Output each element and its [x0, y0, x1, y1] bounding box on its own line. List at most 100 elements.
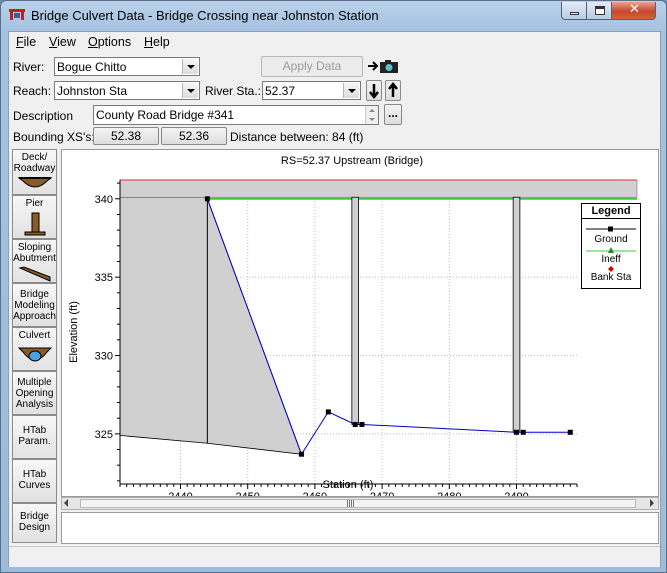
culvert-label: Culvert: [18, 330, 51, 341]
maximize-icon: [595, 6, 605, 15]
sloping-abutment-icon: [17, 266, 50, 282]
x-tick-label: 2470: [370, 491, 394, 496]
close-icon: ✕: [629, 2, 640, 17]
chevron-down-icon[interactable]: [182, 59, 198, 74]
pier-shape: [351, 196, 359, 425]
camera-icon: [368, 60, 398, 73]
scroll-thumb[interactable]: [80, 499, 636, 508]
culvert-button[interactable]: Culvert: [12, 327, 57, 371]
bridge-modeling-approach-button[interactable]: Bridge Modeling Approach: [12, 283, 57, 327]
bridge-chart: 2440 2450 2460 2470 2480 2490 325 330 335 340 RS=5…: [68, 155, 638, 503]
river-station-label: River Sta.:: [205, 84, 262, 98]
deck-roadway-label: Deck/Roadway: [13, 152, 56, 174]
pier-shape: [512, 196, 521, 433]
pier-label: Pier: [25, 198, 44, 209]
river-station-select[interactable]: 52.37: [262, 81, 361, 100]
bridge-design-label: Bridge Design: [18, 511, 51, 533]
ground-point: [298, 451, 304, 457]
scroll-arrows-icon: [369, 109, 375, 121]
river-select[interactable]: Bogue Chitto: [54, 57, 200, 76]
y-axis-title: Elevation (ft): [68, 301, 80, 363]
bounding-upstream-button[interactable]: 52.38: [93, 127, 159, 145]
application-window: Bridge Culvert Data - Bridge Crossing ne…: [0, 0, 667, 573]
ground-point: [359, 421, 365, 427]
scroll-right-icon[interactable]: [650, 499, 654, 507]
next-downstream-button[interactable]: [366, 80, 382, 101]
app-icon: [9, 9, 25, 20]
menu-bar: File View Options Help: [9, 32, 660, 52]
chart-legend: Legend Ground Ineff Bank Sta: [581, 203, 641, 289]
x-axis-title: Station (ft): [323, 479, 374, 491]
bounding-xs-label: Bounding XS's:: [13, 130, 95, 144]
window-title: Bridge Culvert Data - Bridge Crossing ne…: [31, 8, 379, 23]
arrow-up-icon: [388, 81, 398, 97]
deck-roadway-icon: [17, 177, 52, 188]
reach-value: Johnston Sta: [57, 84, 128, 98]
close-button[interactable]: ✕: [611, 2, 656, 20]
reach-select[interactable]: Johnston Sta: [54, 81, 200, 100]
htab-param-label: HTab Param.: [18, 425, 51, 447]
ground-point: [325, 409, 331, 415]
reach-label: Reach:: [13, 84, 52, 98]
x-tick-label: 2450: [235, 491, 259, 496]
ground-point: [514, 429, 520, 435]
x-tick-label: 2460: [303, 491, 327, 496]
description-label: Description: [13, 109, 74, 123]
menu-options[interactable]: Options: [88, 35, 131, 49]
status-bar: [9, 546, 660, 567]
arrow-down-icon: [369, 84, 379, 100]
sloping-abutment-button[interactable]: Sloping Abutment: [12, 239, 57, 283]
bounding-downstream-button[interactable]: 52.36: [161, 127, 227, 145]
htab-param-button[interactable]: HTab Param.: [12, 415, 57, 459]
scroll-left-icon[interactable]: [64, 499, 68, 507]
menu-file[interactable]: File: [16, 35, 36, 49]
pier-button[interactable]: Pier: [12, 195, 57, 239]
bridge-design-button[interactable]: Bridge Design: [12, 503, 57, 543]
title-bar[interactable]: Bridge Culvert Data - Bridge Crossing ne…: [1, 1, 666, 30]
menu-view[interactable]: View: [49, 35, 76, 49]
chevron-down-icon[interactable]: [182, 83, 198, 98]
pier-icon: [24, 212, 45, 236]
next-upstream-button[interactable]: [385, 80, 401, 101]
y-tick-label: 340: [95, 194, 113, 206]
bridge-modeling-approach-label: Bridge Modeling Approach: [13, 289, 56, 322]
deck-band: [119, 179, 638, 198]
bridge-design-message-box[interactable]: [61, 512, 659, 544]
description-field[interactable]: County Road Bridge #341: [93, 105, 379, 125]
river-value: Bogue Chitto: [57, 60, 127, 74]
description-scrollbar[interactable]: [365, 106, 378, 124]
abutment-fill: [119, 196, 303, 455]
multiple-opening-analysis-label: Multiple Opening Analysis: [15, 377, 54, 410]
legend-ground-label: Ground: [594, 234, 628, 245]
minimize-button[interactable]: [561, 2, 587, 20]
horizontal-scrollbar[interactable]: [61, 497, 659, 510]
description-value: County Road Bridge #341: [96, 108, 235, 122]
ground-point: [520, 429, 526, 435]
culvert-icon: [17, 347, 52, 362]
legend-ineff-label: Ineff: [601, 254, 621, 265]
htab-curves-label: HTab Curves: [18, 469, 51, 491]
deck-roadway-button[interactable]: Deck/Roadway: [12, 149, 57, 195]
grip-icon: [347, 500, 355, 507]
legend-bank-label: Bank Sta: [590, 272, 632, 283]
client-area: File View Options Help River: Bogue Chit…: [8, 31, 661, 567]
ground-point: [204, 196, 210, 202]
chevron-down-icon[interactable]: [343, 83, 359, 98]
htab-curves-button[interactable]: HTab Curves: [12, 459, 57, 503]
legend-title: Legend: [582, 204, 640, 219]
multiple-opening-analysis-button[interactable]: Multiple Opening Analysis: [12, 371, 57, 415]
maximize-button[interactable]: [586, 2, 612, 20]
distance-between: Distance between: 84 (ft): [230, 130, 364, 144]
river-label: River:: [13, 60, 45, 74]
y-tick-label: 330: [95, 351, 113, 363]
goto-photo-button[interactable]: [366, 56, 402, 77]
ground-point: [567, 429, 573, 435]
apply-data-button[interactable]: Apply Data: [261, 56, 363, 77]
menu-help[interactable]: Help: [144, 35, 170, 49]
y-tick-label: 335: [95, 272, 113, 284]
x-tick-label: 2440: [168, 491, 192, 496]
ground-point: [352, 421, 358, 427]
description-more-button[interactable]: ...: [384, 104, 402, 125]
river-station-value: 52.37: [265, 84, 296, 98]
x-tick-label: 2480: [437, 491, 461, 496]
